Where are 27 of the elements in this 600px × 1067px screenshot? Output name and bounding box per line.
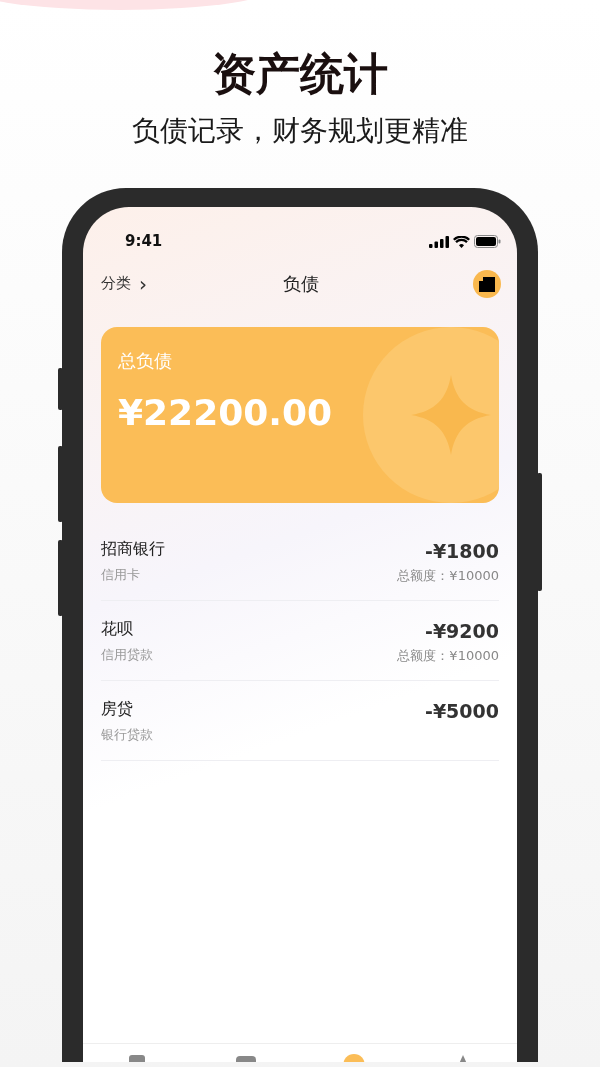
debt-amount: -¥9200 (424, 618, 499, 644)
avatar-button[interactable] (473, 269, 501, 298)
debt-row[interactable]: 花呗 信用贷款 -¥9200 总额度：¥10000 (101, 600, 499, 681)
debt-type: 信用贷款 (101, 645, 153, 664)
status-time: 9:41 (125, 231, 163, 253)
summary-amount: ¥22200.00 (118, 390, 333, 435)
promo-title: 资产统计 (211, 52, 389, 96)
chevron-icon: › (139, 273, 147, 294)
debt-amount: -¥5000 (425, 698, 499, 724)
debt-row[interactable]: 招商银行 信用卡 -¥1800 总额度：¥10000 (101, 520, 499, 601)
category-link[interactable]: 分类 › (101, 272, 161, 295)
debt-type: 信用卡 (101, 565, 141, 584)
promo-subtitle: 负债记录，财务规划更精准 (131, 114, 469, 148)
debt-name: 房贷 (101, 697, 134, 720)
debt-amount: -¥1800 (424, 538, 499, 564)
page-title: 负债 (283, 272, 319, 297)
debt-type: 银行贷款 (101, 725, 153, 744)
battery-icon (474, 235, 501, 249)
diamond-icon (411, 374, 491, 455)
wifi-icon (453, 235, 470, 248)
debt-row[interactable]: 房贷 银行贷款 -¥5000 (101, 680, 499, 761)
debt-name: 招商银行 (101, 537, 165, 560)
summary-label: 总负债 (118, 348, 173, 373)
debt-limit: 总额度：¥10000 (397, 647, 499, 666)
debt-limit: 总额度：¥10000 (397, 567, 499, 586)
signal-icon (429, 235, 449, 248)
debt-name: 花呗 (101, 617, 134, 640)
